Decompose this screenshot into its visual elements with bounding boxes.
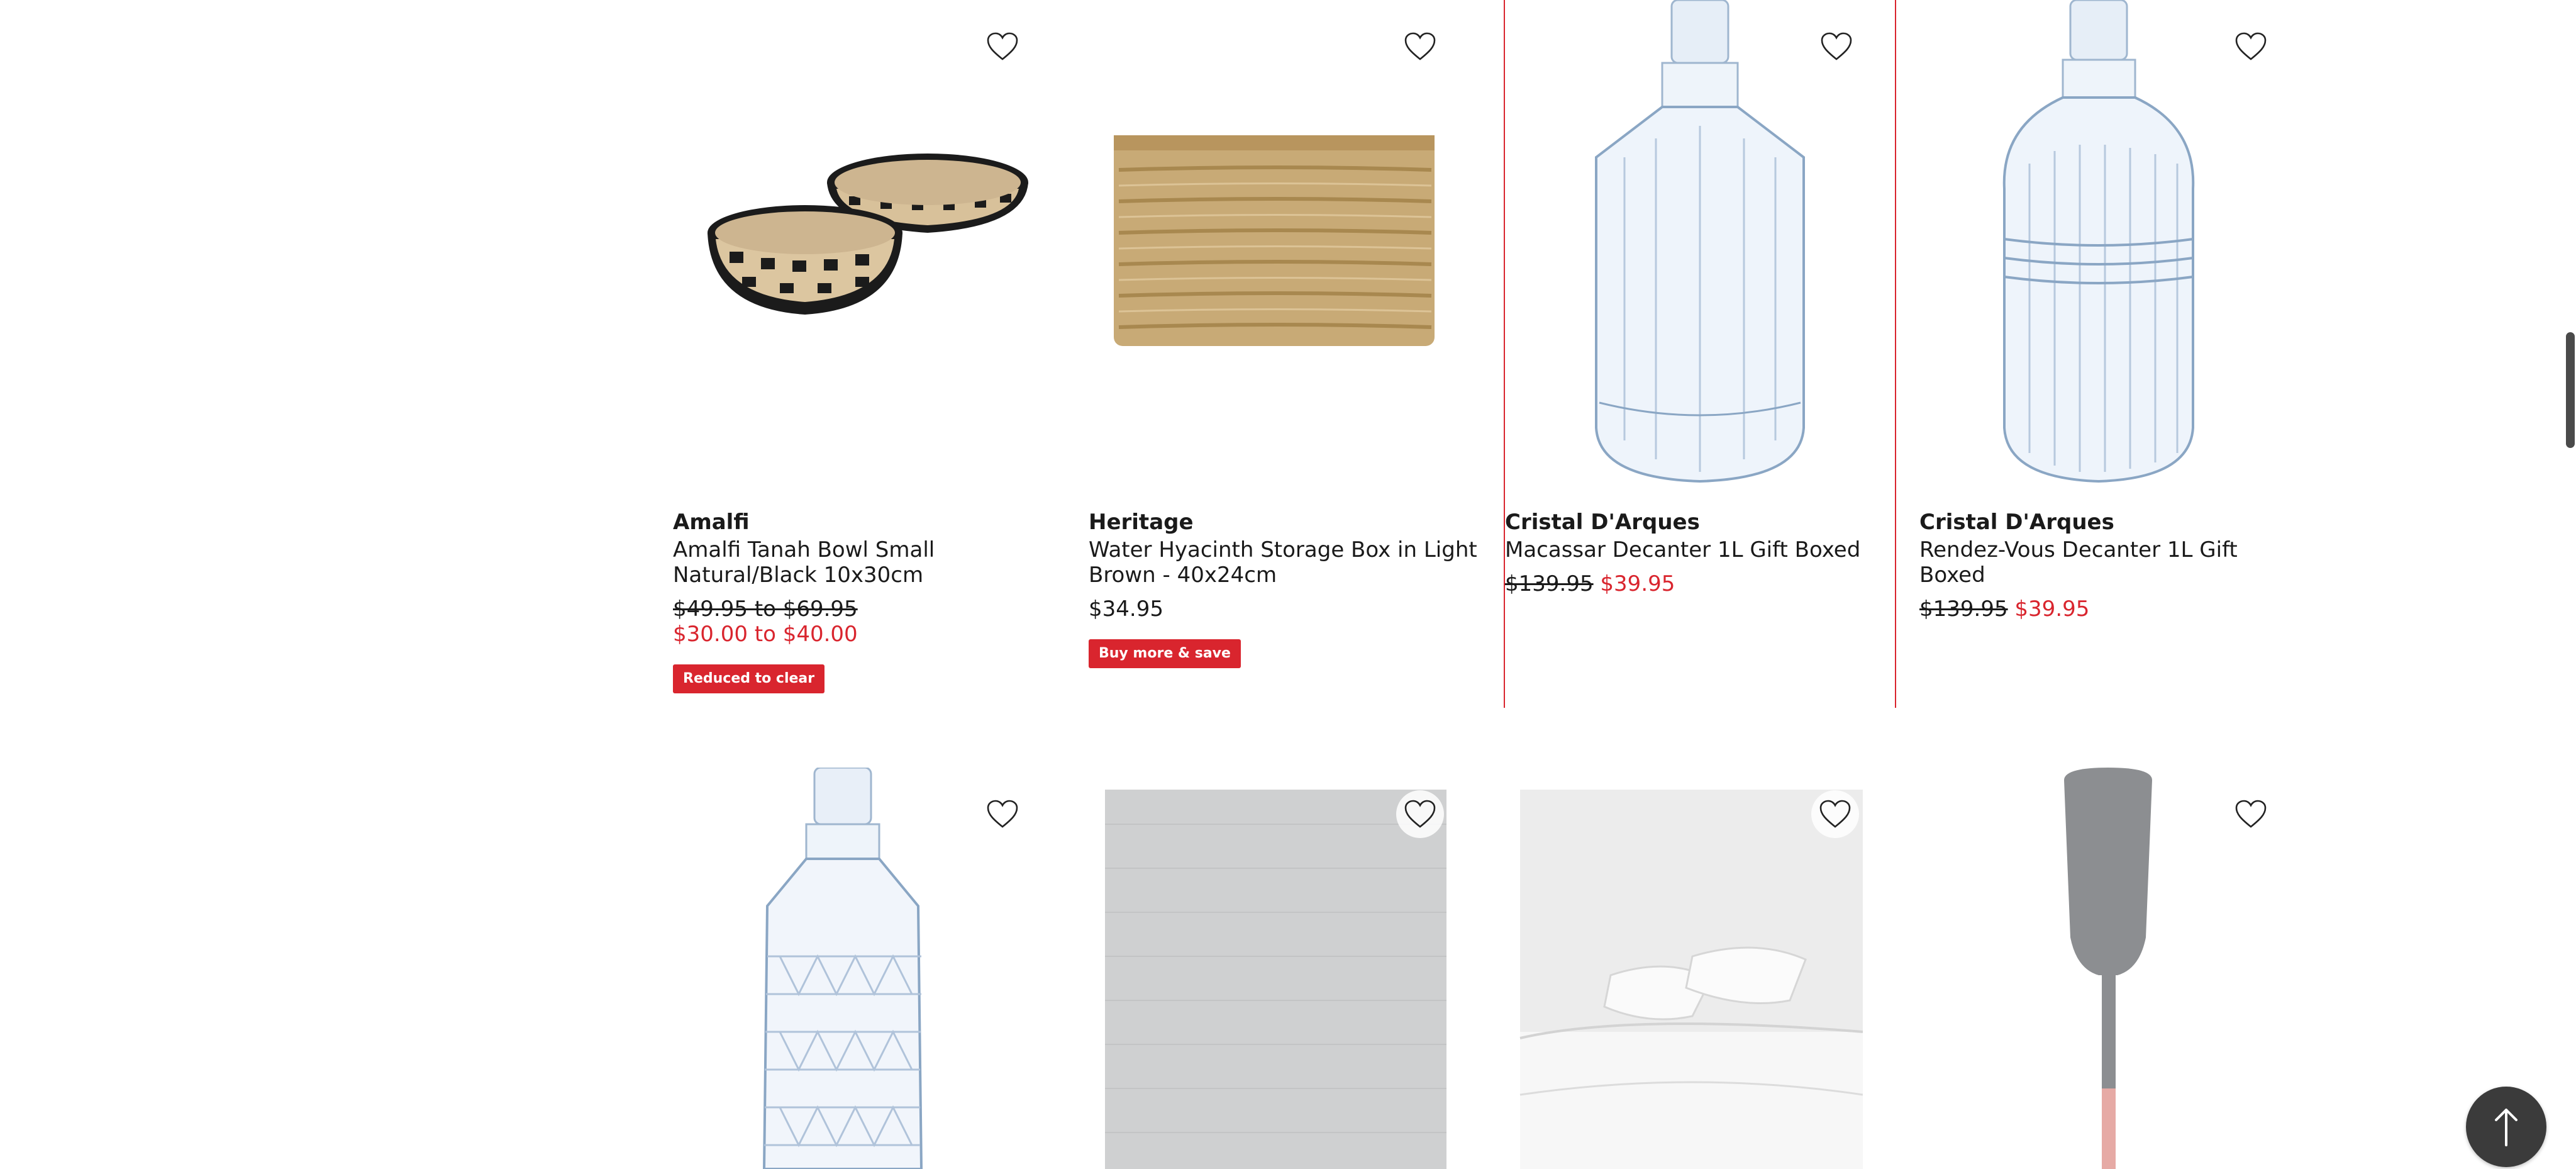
product-title[interactable]: Macassar Decanter 1L Gift Boxed [1505,537,1895,562]
heart-icon [2235,800,2267,828]
product-card[interactable]: Heritage Water Hyacinth Storage Box in L… [1089,0,1479,708]
product-image[interactable] [1505,0,1895,497]
back-to-top-button[interactable] [2466,1087,2546,1167]
product-image[interactable] [1089,0,1479,497]
product-image[interactable] [1919,0,2309,497]
wishlist-heart-icon[interactable] [2227,790,2275,838]
price-now: $30.00 to $40.00 [673,622,858,647]
product-card[interactable] [1089,768,1479,1169]
product-prices: $139.95 $39.95 [1505,571,1895,596]
product-grid: Amalfi Amalfi Tanah Bowl Small Natural/B… [0,0,2576,1169]
product-prices: $139.95 $39.95 [1919,596,2309,622]
wishlist-heart-icon[interactable] [2227,23,2275,70]
promo-badge: Reduced to clear [673,664,825,693]
product-card[interactable] [1504,768,1894,1169]
product-card[interactable] [673,768,1063,1169]
wishlist-heart-icon[interactable] [1396,23,1444,70]
scrollbar-thumb[interactable] [2566,332,2575,448]
product-card[interactable] [1919,768,2309,1169]
heart-icon [987,800,1018,828]
page-scrollbar[interactable] [2562,0,2576,1169]
product-title[interactable]: Amalfi Tanah Bowl Small Natural/Black 10… [673,537,1063,588]
glass-decanter-image [1595,0,1805,483]
product-image[interactable] [673,0,1063,497]
product-info: Amalfi Amalfi Tanah Bowl Small Natural/B… [673,508,1063,693]
heart-icon [1821,32,1852,60]
product-brand: Cristal D'Arques [1919,510,2114,535]
price-was: $139.95 [1919,596,2008,622]
product-brand: Amalfi [673,510,750,535]
wishlist-heart-icon[interactable] [1811,790,1859,838]
heart-icon [2235,32,2267,60]
wishlist-heart-icon[interactable] [1813,23,1860,70]
product-title[interactable]: Rendez-Vous Decanter 1L Gift Boxed [1919,537,2309,588]
price-regular: $34.95 [1089,596,1163,622]
product-info: Heritage Water Hyacinth Storage Box in L… [1089,508,1479,668]
wishlist-heart-icon[interactable] [979,790,1026,838]
product-prices: $49.95 to $69.95 $30.00 to $40.00 [673,596,1063,647]
price-now: $39.95 [1600,571,1675,596]
product-info: Cristal D'Arques Rendez-Vous Decanter 1L… [1919,508,2309,622]
wishlist-heart-icon[interactable] [979,23,1026,70]
glass-decanter-image [2002,0,2195,483]
price-was: $49.95 to $69.95 [673,596,858,622]
promo-badge: Buy more & save [1089,639,1241,668]
woven-storage-box-image [1114,135,1435,346]
woven-bowls-image [708,154,1028,315]
price-now: $39.95 [2014,596,2090,622]
arrow-up-icon [2495,1109,2518,1146]
heart-icon [1404,32,1436,60]
heart-icon [1404,800,1436,828]
heart-icon [1819,800,1851,828]
heart-icon [987,32,1018,60]
product-card[interactable]: Cristal D'Arques Rendez-Vous Decanter 1L… [1919,0,2309,708]
product-info: Cristal D'Arques Macassar Decanter 1L Gi… [1505,508,1895,596]
product-brand: Cristal D'Arques [1505,510,1700,535]
product-card[interactable]: Amalfi Amalfi Tanah Bowl Small Natural/B… [673,0,1063,708]
price-was: $139.95 [1505,571,1594,596]
product-brand: Heritage [1089,510,1194,535]
product-title[interactable]: Water Hyacinth Storage Box in Light Brow… [1089,537,1479,588]
product-card[interactable]: Cristal D'Arques Macassar Decanter 1L Gi… [1504,0,1896,708]
product-prices: $34.95 [1089,596,1479,622]
wishlist-heart-icon[interactable] [1396,790,1444,838]
